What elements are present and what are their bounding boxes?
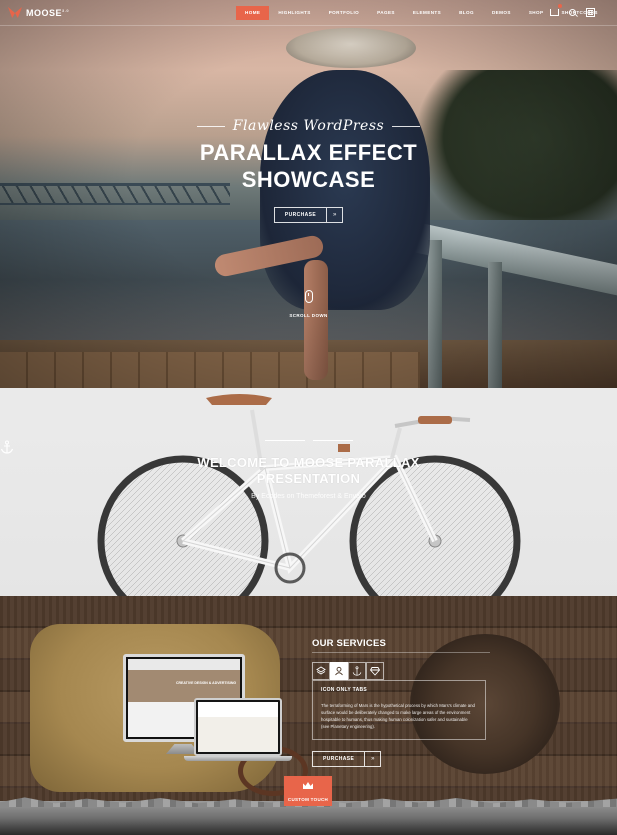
divider-line <box>312 440 353 441</box>
tab-diamond[interactable] <box>366 662 384 680</box>
services-title: OUR SERVICES <box>312 638 387 649</box>
menu-item-shop[interactable]: SHOP <box>520 6 553 20</box>
menu-item-home[interactable]: HOME <box>236 6 270 20</box>
welcome-section: WELCOME TO MOOSE PARALLAX PRESENTATION B… <box>0 388 617 596</box>
scroll-down-label: SCROLL DOWN <box>289 313 328 318</box>
moose-logo-icon <box>8 7 22 18</box>
tab-anchor[interactable] <box>348 662 366 680</box>
menu-item-portfolio[interactable]: PORTFOLIO <box>320 6 368 20</box>
cart-badge <box>558 4 562 8</box>
tab-layers[interactable] <box>312 662 330 680</box>
mouse-icon <box>304 290 313 303</box>
menu-item-blog[interactable]: BLOG <box>450 6 483 20</box>
crown-icon <box>303 782 313 789</box>
laptop-mockup <box>194 698 282 756</box>
menu-item-highlights[interactable]: HIGHLIGHTS <box>269 6 319 20</box>
footer-strip <box>0 801 617 835</box>
diamond-icon <box>370 667 380 676</box>
top-navigation: MOOSE3.0 HOME HIGHLIGHTS PORTFOLIO PAGES… <box>0 0 617 26</box>
welcome-subtitle: By Ecodes on Themeforest & Envato <box>251 493 366 500</box>
user-icon <box>335 666 343 676</box>
welcome-content: WELCOME TO MOOSE PARALLAX PRESENTATION B… <box>0 440 617 500</box>
services-tab-panel: ICON ONLY TABS The terraforming of Mars … <box>312 680 486 740</box>
services-section: CREATIVE DESIGN & ADVERTISING OUR SERVIC… <box>0 596 617 806</box>
purchase-label: PURCHASE <box>284 212 317 218</box>
purchase-label: PURCHASE <box>323 756 355 762</box>
hero-title: PARALLAX EFFECT SHOWCASE <box>199 140 418 192</box>
custom-touch-badge: CUSTOM TOUCH <box>284 776 332 806</box>
hero-purchase-button[interactable]: PURCHASE » <box>273 207 344 223</box>
menu-item-demos[interactable]: DEMOS <box>483 6 520 20</box>
chevron-right-icon: » <box>326 208 342 222</box>
layers-icon <box>316 666 326 675</box>
scroll-down[interactable]: SCROLL DOWN <box>0 290 617 318</box>
tab-user[interactable] <box>330 662 348 680</box>
welcome-title: WELCOME TO MOOSE PARALLAX PRESENTATION <box>197 455 420 486</box>
divider-line <box>264 440 305 441</box>
nav-icons <box>550 4 595 17</box>
menu-item-pages[interactable]: PAGES <box>368 6 404 20</box>
monitor-screen-text: CREATIVE DESIGN & ADVERTISING <box>176 681 237 685</box>
divider-line <box>196 125 225 127</box>
hero-content: Flawless WordPress PARALLAX EFFECT SHOWC… <box>0 118 617 223</box>
laptop-base <box>184 756 292 761</box>
site-logo[interactable]: MOOSE3.0 <box>8 7 69 18</box>
anchor-icon <box>0 440 14 454</box>
menu-icon[interactable] <box>586 8 595 17</box>
divider-line <box>312 652 490 653</box>
hero-script-title: Flawless WordPress <box>232 118 385 134</box>
custom-touch-label: CUSTOM TOUCH <box>287 797 329 802</box>
divider-line <box>392 125 421 127</box>
search-icon[interactable] <box>569 9 576 16</box>
chevron-right-icon: » <box>364 752 380 766</box>
tab-panel-title: ICON ONLY TABS <box>321 687 368 693</box>
services-tabs <box>312 662 384 680</box>
tab-panel-text: The terraforming of Mars is the hypothet… <box>321 703 475 729</box>
logo-text: MOOSE3.0 <box>26 7 70 18</box>
cart-icon[interactable] <box>550 4 562 16</box>
menu-item-elements[interactable]: ELEMENTS <box>404 6 450 20</box>
services-purchase-button[interactable]: PURCHASE » <box>312 751 382 767</box>
anchor-icon <box>352 666 362 676</box>
